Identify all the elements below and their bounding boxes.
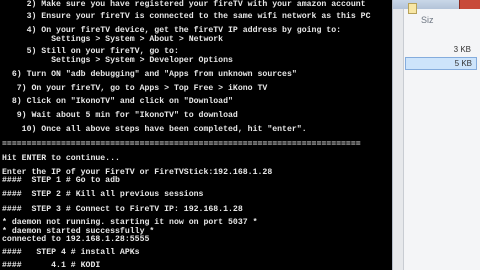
console-line: #### STEP 2 # Kill all previous sessions [2, 190, 204, 199]
console-line: Settings > System > Developer Options [2, 56, 233, 65]
console-line: 8) Click on "IkonoTV" and click on "Down… [2, 97, 233, 106]
file-size-cell[interactable]: 3 KB [405, 44, 475, 55]
console-separator: ========================================… [2, 140, 361, 149]
console-line: Hit ENTER to continue... [2, 154, 120, 163]
console-line: #### STEP 1 # Go to adb [2, 176, 120, 185]
console-line: 10) Once all above steps have been compl… [2, 125, 307, 134]
console-line: Settings > System > About > Network [2, 35, 224, 44]
console-line: 7) On your fireTV, go to Apps > Top Free… [2, 84, 268, 93]
explorer-file-list: Siz 3 KB 5 KB [392, 0, 480, 270]
console-line: 3) Ensure your fireTV is connected to th… [2, 12, 371, 21]
console-line: #### 4.1 # KODI [2, 261, 101, 270]
document-icon [408, 3, 417, 14]
explorer-splitter[interactable] [393, 9, 404, 270]
console-line: 2) Make sure you have registered your fi… [2, 0, 366, 9]
command-prompt-console[interactable]: 2) Make sure you have registered your fi… [0, 0, 392, 270]
console-line: #### STEP 3 # Connect to FireTV IP: 192.… [2, 205, 243, 214]
console-line: connected to 192.168.1.28:5555 [2, 235, 150, 244]
console-line: #### STEP 4 # install APKs [2, 248, 140, 257]
file-size-cell-selected[interactable]: 5 KB [405, 57, 477, 70]
console-line: 6) Turn ON "adb debugging" and "Apps fro… [2, 70, 297, 79]
close-button-edge[interactable] [459, 0, 480, 9]
console-line: 9) Wait about 5 min for "IkonoTV" to dow… [2, 111, 238, 120]
size-column-header[interactable]: Siz [421, 15, 434, 25]
